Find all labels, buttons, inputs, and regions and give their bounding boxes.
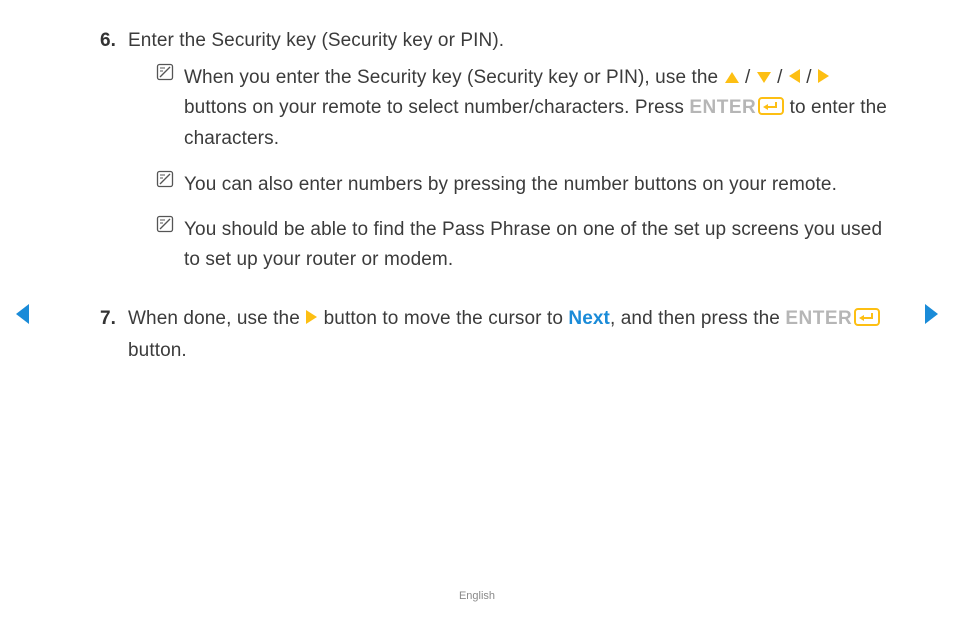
prev-page-arrow[interactable] bbox=[14, 302, 32, 331]
up-arrow-icon bbox=[724, 71, 740, 84]
step-number: 6. bbox=[100, 26, 128, 290]
right-arrow-icon bbox=[305, 309, 318, 325]
manual-page-content: 6. Enter the Security key (Security key … bbox=[100, 26, 896, 379]
next-label: Next bbox=[568, 308, 610, 329]
step-text: Enter the Security key (Security key or … bbox=[128, 26, 896, 55]
enter-label: ENTER bbox=[785, 308, 852, 329]
note-item: You can also enter numbers by pressing t… bbox=[156, 170, 896, 199]
enter-icon bbox=[854, 306, 880, 335]
step-number: 7. bbox=[100, 304, 128, 365]
note-item: When you enter the Security key (Securit… bbox=[156, 63, 896, 153]
next-page-arrow[interactable] bbox=[922, 302, 940, 331]
note-text: You can also enter numbers by pressing t… bbox=[184, 170, 896, 199]
enter-label: ENTER bbox=[689, 97, 756, 118]
left-arrow-icon bbox=[788, 68, 801, 84]
down-arrow-icon bbox=[756, 71, 772, 84]
step-6: 6. Enter the Security key (Security key … bbox=[100, 26, 896, 290]
step-text: When done, use the button to move the cu… bbox=[128, 304, 896, 365]
note-text: You should be able to find the Pass Phra… bbox=[184, 215, 896, 274]
step-7: 7. When done, use the button to move the… bbox=[100, 304, 896, 365]
enter-icon bbox=[758, 95, 784, 124]
note-text: When you enter the Security key (Securit… bbox=[184, 63, 896, 153]
page-language-footer: English bbox=[0, 590, 954, 602]
right-arrow-icon bbox=[817, 68, 830, 84]
note-icon bbox=[156, 170, 184, 199]
note-icon bbox=[156, 63, 184, 153]
note-item: You should be able to find the Pass Phra… bbox=[156, 215, 896, 274]
note-icon bbox=[156, 215, 184, 274]
